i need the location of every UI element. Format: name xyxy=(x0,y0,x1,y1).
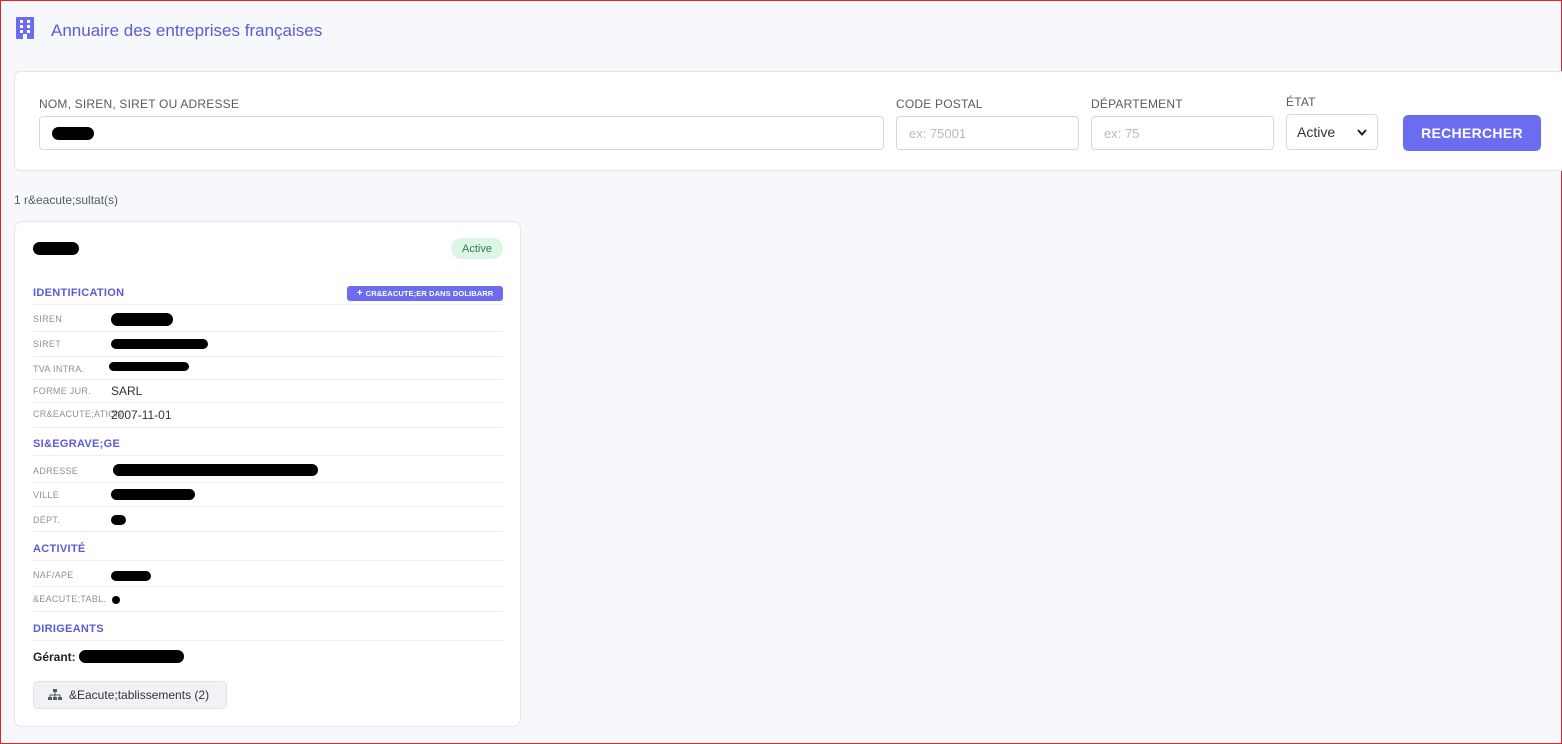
state-label: ÉTAT xyxy=(1286,95,1316,109)
building-icon xyxy=(16,17,34,39)
siren-label: SIREN xyxy=(33,314,63,324)
postal-label: CODE POSTAL xyxy=(896,97,983,111)
state-select-value: Active xyxy=(1297,124,1336,140)
section-dirigeants: DIRIGEANTS xyxy=(33,623,104,635)
redacted-dirigeant xyxy=(79,650,184,663)
search-panel: NOM, SIREN, SIRET OU ADRESSE CODE POSTAL… xyxy=(14,71,1562,171)
divider xyxy=(33,506,503,507)
state-select[interactable]: Active xyxy=(1286,114,1378,150)
app-header: Annuaire des entreprises françaises xyxy=(1,1,1561,61)
redacted-naf xyxy=(111,571,151,581)
redacted-query xyxy=(52,127,94,140)
result-count: 1 r&eacute;sultat(s) xyxy=(14,193,119,207)
divider xyxy=(33,611,503,612)
redacted-adresse xyxy=(113,464,318,476)
dept-label: DÉPT. xyxy=(33,515,61,525)
etabl-label: &EACUTE;TABL. xyxy=(33,594,107,604)
divider xyxy=(33,586,503,587)
divider xyxy=(33,356,503,357)
redacted-dept xyxy=(111,515,126,525)
section-activite: ACTIVITÉ xyxy=(33,543,86,555)
divider xyxy=(33,482,503,483)
establishments-button[interactable]: &Eacute;tablissements (2) xyxy=(33,681,227,709)
divider xyxy=(33,640,503,641)
divider xyxy=(33,427,503,428)
divider xyxy=(33,402,503,403)
redacted-siren xyxy=(111,313,173,326)
naf-label: NAF/APE xyxy=(33,570,74,580)
establishments-label: &Eacute;tablissements (2) xyxy=(69,688,210,702)
chevron-down-icon xyxy=(1357,128,1367,136)
ville-label: VILLE xyxy=(33,490,60,500)
section-identification: IDENTIFICATION xyxy=(33,287,125,299)
search-button[interactable]: RECHERCHER xyxy=(1403,115,1541,151)
dirigeant-role: Gérant: xyxy=(33,650,76,664)
adresse-label: ADRESSE xyxy=(33,466,79,476)
divider xyxy=(33,379,503,380)
divider xyxy=(33,531,503,532)
sitemap-icon xyxy=(48,689,62,700)
divider xyxy=(33,560,503,561)
postal-code-input[interactable] xyxy=(896,116,1079,150)
create-button-label: CR&EACUTE;ER DANS DOLIBARR xyxy=(365,289,494,298)
divider xyxy=(33,331,503,332)
status-badge: Active xyxy=(451,238,503,259)
redacted-tva xyxy=(109,362,189,371)
redacted-siret xyxy=(111,339,208,349)
query-input[interactable] xyxy=(39,116,884,150)
department-label: DÉPARTEMENT xyxy=(1091,97,1183,111)
redacted-ville xyxy=(111,489,195,500)
plus-icon: + xyxy=(356,288,363,299)
app-title: Annuaire des entreprises françaises xyxy=(51,21,323,40)
redacted-company-name xyxy=(33,242,79,255)
company-card: Active IDENTIFICATION + CR&EACUTE;ER DAN… xyxy=(14,221,521,727)
create-in-dolibarr-button[interactable]: + CR&EACUTE;ER DANS DOLIBARR xyxy=(347,286,503,301)
divider xyxy=(33,455,503,456)
department-input[interactable] xyxy=(1091,116,1274,150)
divider xyxy=(33,304,503,305)
section-siege: SI&EGRAVE;GE xyxy=(33,438,121,450)
etabl-dot xyxy=(112,596,120,604)
creation-value: 2007-11-01 xyxy=(111,408,172,422)
forme-label: FORME JUR. xyxy=(33,386,91,396)
forme-value: SARL xyxy=(111,384,143,398)
siret-label: SIRET xyxy=(33,339,62,349)
query-label: NOM, SIREN, SIRET OU ADRESSE xyxy=(39,97,240,111)
tva-label: TVA INTRA. xyxy=(33,364,85,374)
creation-label: CR&EACUTE;ATION xyxy=(33,409,123,419)
